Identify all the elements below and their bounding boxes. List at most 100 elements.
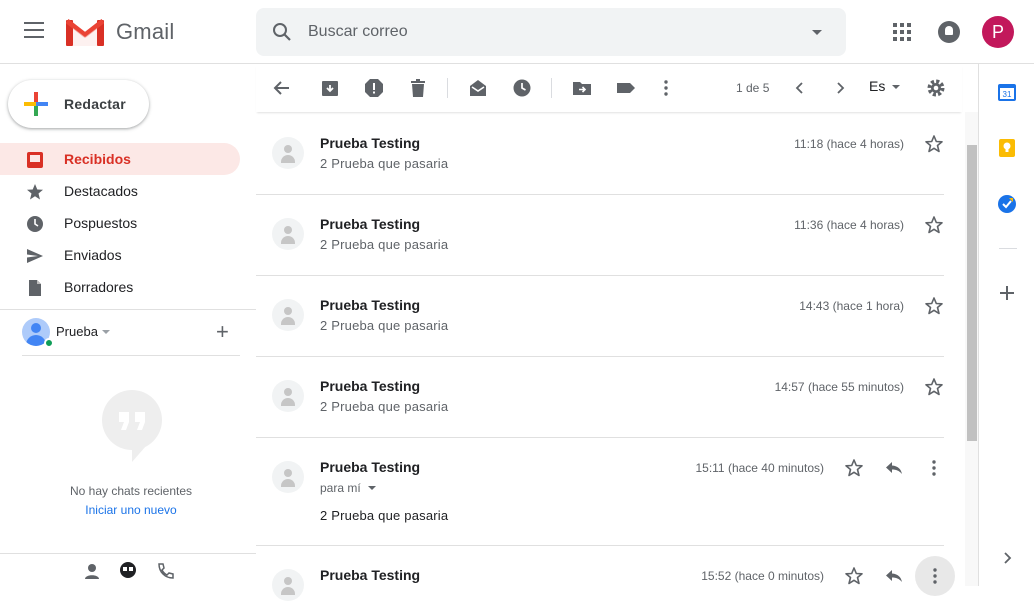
message-time: 15:52 (hace 0 minutos) bbox=[701, 569, 824, 583]
sidebar-item-label: Enviados bbox=[64, 247, 122, 263]
message-more-hover-button[interactable] bbox=[915, 556, 955, 596]
sender-name: Prueba Testing bbox=[320, 378, 421, 394]
sender-name: Prueba Testing bbox=[320, 297, 421, 313]
notifications-icon[interactable] bbox=[938, 21, 960, 43]
label-tag-icon[interactable] bbox=[616, 78, 636, 98]
sender-avatar bbox=[272, 299, 304, 331]
hangouts-user-name: Prueba bbox=[56, 324, 98, 339]
toolbar-separator bbox=[551, 78, 552, 98]
message-expanded[interactable]: Prueba Testing para mí 2 Prueba que pasa… bbox=[256, 438, 944, 546]
keep-bulb-icon[interactable] bbox=[997, 138, 1017, 158]
star-toggle-icon[interactable] bbox=[924, 296, 944, 316]
sidebar-item-sent[interactable]: Enviados bbox=[0, 239, 240, 271]
message-time: 11:18 (hace 4 horas) bbox=[794, 137, 904, 151]
hangouts-chat-icon[interactable] bbox=[118, 562, 138, 580]
message-snippet: 2 Prueba que pasaria bbox=[320, 318, 449, 333]
report-spam-icon[interactable] bbox=[364, 78, 384, 98]
pagination-text: 1 de 5 bbox=[736, 81, 770, 95]
sidebar-item-snoozed[interactable]: Pospuestos bbox=[0, 207, 240, 239]
sender-name: Prueba Testing bbox=[320, 135, 421, 151]
inbox-icon bbox=[27, 152, 43, 168]
online-status-dot bbox=[44, 338, 54, 348]
language-dropdown-icon[interactable] bbox=[892, 85, 900, 89]
search-icon[interactable] bbox=[272, 22, 292, 42]
phone-icon[interactable] bbox=[156, 562, 176, 580]
send-icon bbox=[27, 249, 43, 263]
app-name[interactable]: Gmail bbox=[116, 19, 174, 45]
toolbar-separator bbox=[447, 78, 448, 98]
gmail-logo-icon[interactable] bbox=[66, 18, 104, 46]
top-header: Gmail P bbox=[0, 0, 1034, 64]
message-snippet: 2 Prueba que pasaria bbox=[320, 399, 449, 414]
move-to-folder-icon[interactable] bbox=[572, 78, 592, 98]
more-options-icon[interactable] bbox=[656, 78, 676, 98]
hangouts-quote-icon bbox=[102, 390, 162, 462]
sidebar-item-drafts[interactable]: Borradores bbox=[0, 271, 240, 303]
no-recent-chats-text: No hay chats recientes bbox=[69, 484, 193, 498]
compose-label: Redactar bbox=[64, 96, 126, 112]
expand-panel-chevron-icon[interactable] bbox=[997, 548, 1017, 568]
star-toggle-icon[interactable] bbox=[844, 458, 864, 478]
sender-name: Prueba Testing bbox=[320, 216, 421, 232]
message-expanded[interactable]: Prueba Testing 15:52 (hace 0 minutos) bbox=[256, 546, 944, 606]
status-dropdown-icon[interactable] bbox=[102, 330, 110, 334]
star-toggle-icon[interactable] bbox=[924, 215, 944, 235]
back-arrow-icon[interactable] bbox=[272, 78, 292, 98]
settings-gear-icon[interactable] bbox=[926, 78, 946, 98]
message-more-icon[interactable] bbox=[924, 458, 944, 478]
message-more-icon[interactable] bbox=[925, 566, 945, 586]
sidebar-divider bbox=[0, 309, 256, 310]
recipient-to-me[interactable]: para mí bbox=[320, 481, 361, 495]
star-toggle-icon[interactable] bbox=[924, 377, 944, 397]
message-snippet: 2 Prueba que pasaria bbox=[320, 237, 449, 252]
search-bar[interactable] bbox=[256, 8, 846, 56]
message-time: 14:57 (hace 55 minutos) bbox=[774, 380, 904, 394]
side-panel: 31 bbox=[978, 64, 1034, 586]
message-row[interactable]: Prueba Testing 2 Prueba que pasaria 14:4… bbox=[256, 276, 944, 357]
reply-icon[interactable] bbox=[884, 566, 904, 586]
delete-trash-icon[interactable] bbox=[408, 78, 428, 98]
hangouts-bottom-bar bbox=[0, 553, 256, 586]
search-options-icon[interactable] bbox=[812, 30, 822, 35]
message-row[interactable]: Prueba Testing 2 Prueba que pasaria 11:3… bbox=[256, 195, 944, 276]
mark-unread-icon[interactable] bbox=[468, 78, 488, 98]
scrollbar-thumb[interactable] bbox=[967, 145, 977, 441]
hangouts-divider bbox=[22, 355, 240, 356]
sender-name: Prueba Testing bbox=[320, 567, 421, 583]
message-row[interactable]: Prueba Testing 2 Prueba que pasaria 11:1… bbox=[256, 114, 944, 195]
sender-avatar bbox=[272, 380, 304, 412]
star-icon bbox=[27, 184, 43, 200]
sender-avatar bbox=[272, 137, 304, 169]
contacts-person-icon[interactable] bbox=[82, 562, 102, 580]
reply-icon[interactable] bbox=[884, 458, 904, 478]
snooze-clock-icon[interactable] bbox=[512, 78, 532, 98]
sidebar-item-label: Destacados bbox=[64, 183, 138, 199]
next-page-icon[interactable] bbox=[830, 78, 850, 98]
show-details-icon[interactable] bbox=[368, 486, 376, 490]
tasks-check-icon[interactable] bbox=[997, 194, 1017, 214]
message-toolbar: 1 de 5 Es bbox=[256, 64, 962, 112]
archive-icon[interactable] bbox=[320, 78, 340, 98]
sidebar-item-starred[interactable]: Destacados bbox=[0, 175, 240, 207]
message-snippet: 2 Prueba que pasaria bbox=[320, 156, 449, 171]
message-row[interactable]: Prueba Testing 2 Prueba que pasaria 14:5… bbox=[256, 357, 944, 438]
previous-page-icon[interactable] bbox=[790, 78, 810, 98]
start-new-chat-link[interactable]: Iniciar uno nuevo bbox=[0, 503, 262, 517]
star-toggle-icon[interactable] bbox=[924, 134, 944, 154]
add-addon-plus-icon[interactable] bbox=[997, 283, 1017, 303]
star-toggle-icon[interactable] bbox=[844, 566, 864, 586]
account-avatar[interactable]: P bbox=[982, 16, 1014, 48]
compose-button[interactable]: Redactar bbox=[8, 80, 149, 128]
clock-icon bbox=[27, 216, 43, 232]
sender-avatar bbox=[272, 218, 304, 250]
sidebar-item-inbox[interactable]: Recibidos bbox=[0, 143, 240, 175]
new-chat-plus-icon[interactable]: + bbox=[216, 321, 229, 343]
main-menu-icon[interactable] bbox=[24, 22, 44, 38]
calendar-icon[interactable]: 31 bbox=[997, 82, 1017, 102]
input-language-selector[interactable]: Es bbox=[869, 78, 885, 94]
hangouts-user[interactable]: Prueba + bbox=[22, 316, 262, 348]
message-body: 2 Prueba que pasaria bbox=[320, 508, 449, 523]
sidebar-item-label: Pospuestos bbox=[64, 215, 138, 231]
search-input[interactable] bbox=[308, 20, 788, 44]
apps-grid-icon[interactable] bbox=[893, 23, 911, 41]
